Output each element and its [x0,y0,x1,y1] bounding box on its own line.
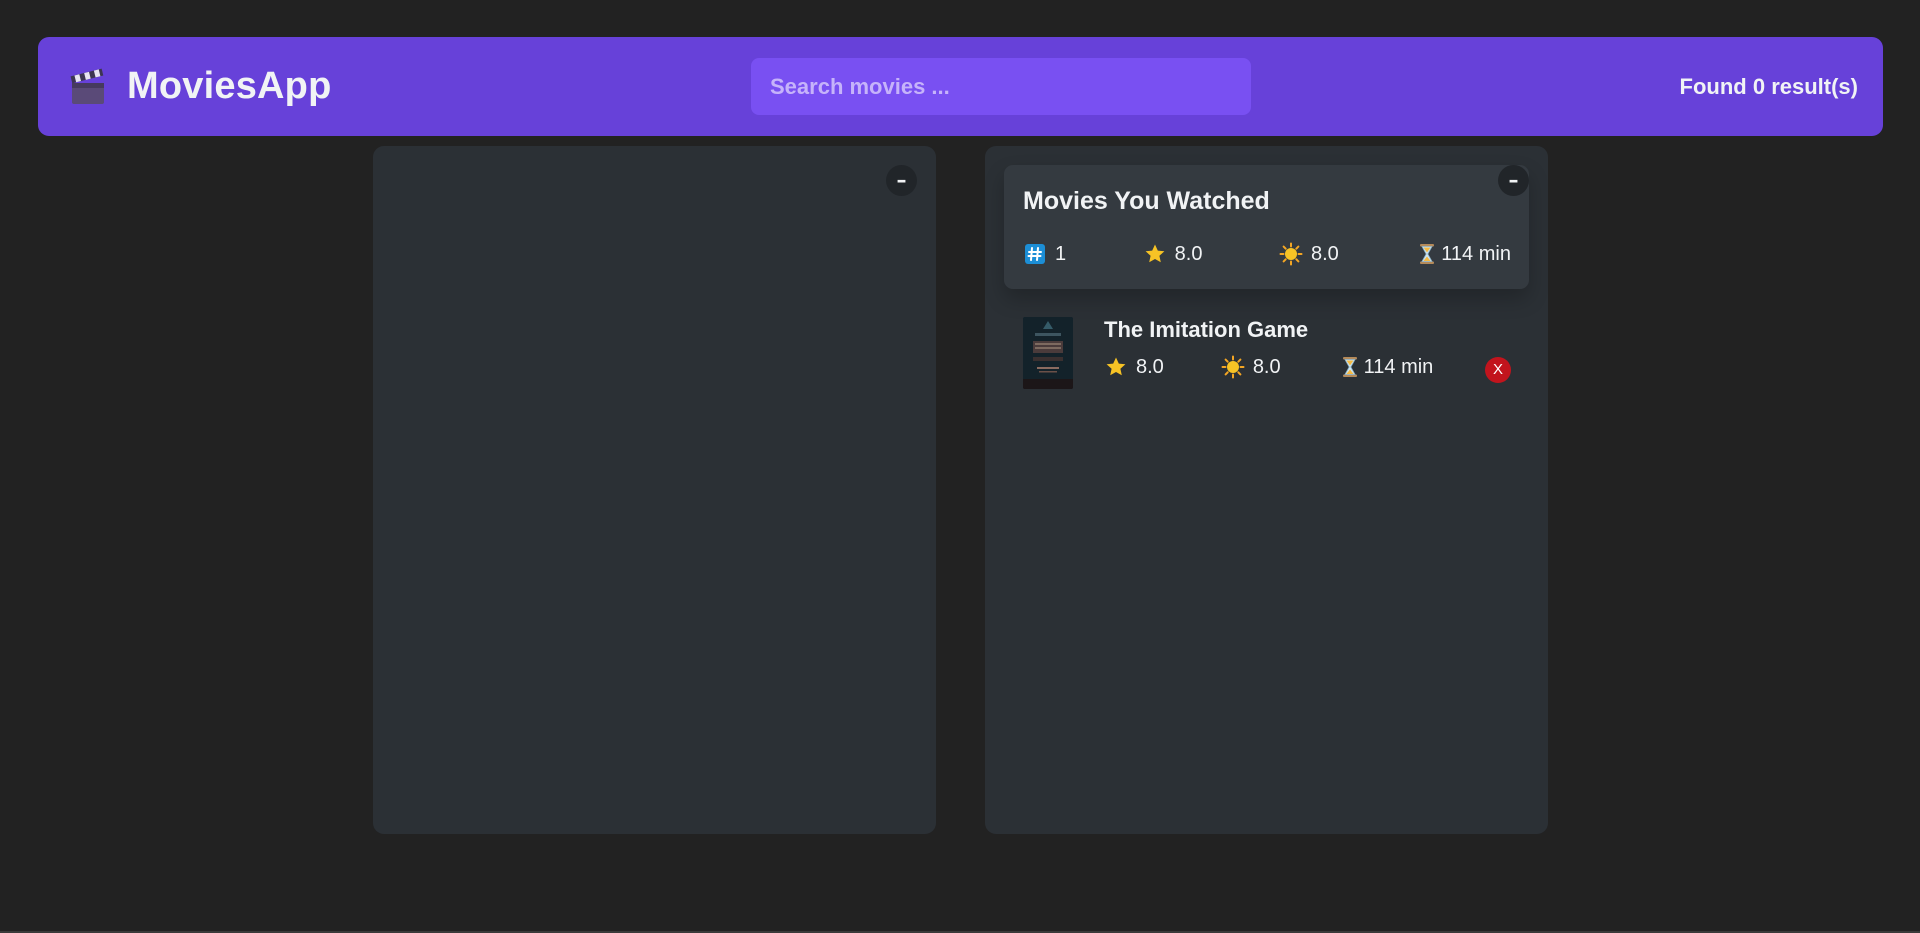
poster-image [1023,317,1073,389]
movie-imdb-rating: 8.0 [1104,355,1164,379]
summary-stats: 1 8.0 8.0 114 min [1023,242,1511,266]
movie-runtime-value: 114 min [1363,355,1434,378]
star-icon [1145,244,1165,263]
collapse-button[interactable]: – [1498,165,1529,196]
watched-summary: Movies You Watched 1 8.0 8.0 114 min [1004,165,1529,289]
logo: MoviesApp [69,65,332,108]
movie-title: The Imitation Game [1104,317,1309,342]
search-input[interactable] [751,58,1251,115]
star-icon [1106,357,1126,376]
summary-imdb-value: 8.0 [1174,242,1203,265]
movie-user-value: 8.0 [1252,355,1281,378]
summary-user-value: 8.0 [1310,242,1339,265]
hourglass-icon [1420,244,1435,264]
watched-list: The Imitation Game 8.0 8.0 114 min X [985,305,1548,395]
summary-runtime-value: 114 min [1441,242,1511,265]
movie-stats: 8.0 8.0 114 min [1104,355,1433,379]
movie-imdb-value: 8.0 [1136,355,1164,378]
hash-icon [1025,244,1045,264]
navbar: MoviesApp Found 0 result(s) [38,37,1883,136]
clapperboard-icon [70,68,104,104]
watched-movie-item[interactable]: The Imitation Game 8.0 8.0 114 min X [985,305,1548,395]
movie-runtime: 114 min [1338,355,1434,379]
results-count: Found 0 result(s) [1679,73,1858,99]
summary-title: Movies You Watched [1023,187,1270,215]
app-name: MoviesApp [127,65,332,107]
delete-movie-button[interactable]: X [1485,357,1511,383]
watched-movies-box: – Movies You Watched 1 8.0 8.0 114 min T… [985,146,1548,834]
summary-count: 1 [1023,242,1066,266]
summary-imdb-rating: 8.0 [1143,242,1203,266]
hourglass-icon [1342,357,1357,377]
sun-icon [1279,242,1303,266]
sun-icon [1221,355,1245,379]
summary-count-value: 1 [1055,242,1067,265]
movie-user-rating: 8.0 [1221,355,1281,379]
collapse-button[interactable]: – [886,165,917,196]
search-results-box: – [373,146,936,834]
movie-poster [1023,317,1073,389]
summary-runtime: 114 min [1415,242,1511,266]
summary-user-rating: 8.0 [1279,242,1339,266]
